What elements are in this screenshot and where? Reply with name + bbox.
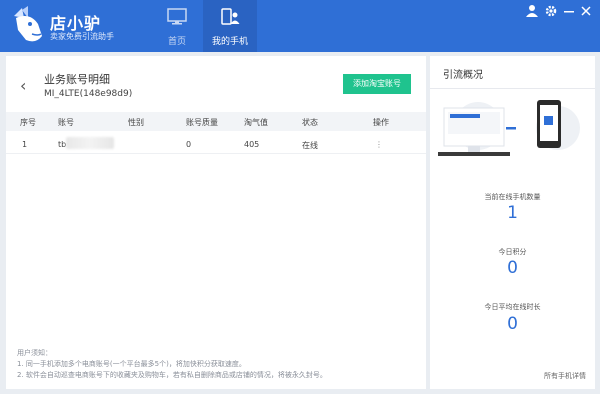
account-detail-panel: ‹ 业务账号明细 MI_4LTE(148e98d9) 添加淘宝账号 序号 账号 … (6, 56, 426, 389)
gear-icon[interactable] (545, 4, 557, 18)
all-phones-details-link[interactable]: 所有手机详情 (544, 371, 586, 381)
today-points-label: 今日积分 (498, 248, 527, 256)
minimize-icon[interactable] (563, 4, 575, 18)
device-name: MI_4LTE(148e98d9) (44, 89, 133, 99)
brand-tagline: 卖家免费引流助手 (50, 32, 114, 41)
today-points-value: 0 (507, 258, 518, 278)
top-bar: 店小驴 卖家免费引流助手 首页 我的手机 (0, 0, 600, 52)
divider (430, 88, 595, 89)
notice-line-2: 2. 软件会自动巡查电商账号下的收藏夹及购物车，若有私自删除商品或店铺的情况，将… (17, 371, 327, 379)
online-phones-value: 1 (507, 203, 518, 223)
nav-my-phone-label: 我的手机 (211, 37, 248, 47)
col-action: 操作 (373, 118, 389, 127)
overview-title: 引流概况 (443, 70, 483, 81)
close-icon[interactable] (580, 4, 592, 18)
notice-title: 用户须知： (17, 349, 52, 357)
user-notice: 用户须知： 1. 同一手机添加多个电商账号(一个平台最多5个)，将加快积分获取速… (17, 348, 327, 381)
user-icon[interactable] (526, 4, 538, 18)
redacted-account (66, 137, 114, 149)
back-arrow-icon[interactable]: ‹ (20, 78, 26, 94)
nav-my-phone[interactable]: 我的手机 (203, 0, 257, 52)
monitor-icon (167, 8, 187, 25)
table-header: 序号 账号 性别 账号质量 淘气值 状态 操作 (6, 112, 426, 131)
add-taobao-account-button[interactable]: 添加淘宝账号 (343, 74, 411, 94)
cell-status: 在线 (302, 141, 318, 150)
nav-home-label: 首页 (167, 37, 186, 47)
avg-online-time-label: 今日平均在线时长 (484, 303, 541, 311)
phone-user-icon (221, 8, 240, 25)
nav-home[interactable]: 首页 (152, 0, 202, 52)
col-account: 账号 (58, 118, 74, 127)
col-taoqi: 淘气值 (244, 118, 268, 127)
cell-index: 1 (22, 140, 28, 149)
col-status: 状态 (302, 118, 318, 127)
avg-online-time-value: 0 (507, 314, 518, 334)
page-title: 业务账号明细 (44, 73, 110, 86)
cell-quality: 0 (186, 140, 192, 149)
donkey-logo-icon (14, 6, 42, 42)
col-gender: 性别 (128, 118, 144, 127)
col-quality: 账号质量 (186, 118, 218, 127)
cell-taoqi: 405 (244, 140, 260, 149)
notice-line-1: 1. 同一手机添加多个电商账号(一个平台最多5个)，将加快积分获取速度。 (17, 360, 246, 368)
cell-account: tb (58, 140, 67, 149)
col-index: 序号 (20, 118, 36, 127)
traffic-overview-panel: 引流概况 当前在线手机数量 1 今日积分 0 今日平均在线时长 0 所有手机详情 (430, 56, 595, 389)
more-options-icon[interactable]: ⋮ (375, 140, 383, 149)
table-row[interactable]: 1 tb 0 405 在线 ⋮ (6, 134, 426, 154)
pc-phone-illustration (438, 100, 580, 156)
online-phones-label: 当前在线手机数量 (484, 193, 541, 201)
